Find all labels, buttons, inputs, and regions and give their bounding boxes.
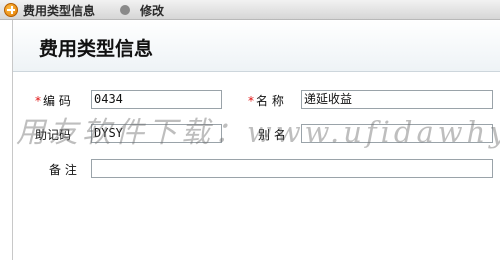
name-label-text: 名 称 xyxy=(256,94,284,108)
code-label-text: 编 码 xyxy=(43,94,71,108)
name-field[interactable]: 递延收益 xyxy=(301,90,493,109)
required-mark: * xyxy=(248,94,254,108)
mnemonic-label: 助记码 xyxy=(35,128,72,142)
page-header: 费用类型信息 xyxy=(13,20,500,72)
remark-field[interactable] xyxy=(91,159,493,178)
form-panel: 费用类型信息 * 编 码 0434 * 名 称 递延收益 助记码 DYSY 别 名 … xyxy=(12,20,500,260)
window-title: 费用类型信息 xyxy=(23,4,96,18)
name-label: * 名 称 xyxy=(248,92,284,109)
app-plus-icon xyxy=(4,3,18,17)
status-dot-icon xyxy=(120,5,130,15)
alias-field[interactable] xyxy=(301,124,493,143)
page-title: 费用类型信息 xyxy=(39,38,154,60)
window-titlebar: 费用类型信息 修改 xyxy=(0,0,500,20)
code-label: * 编 码 xyxy=(35,92,71,109)
code-field[interactable]: 0434 xyxy=(91,90,222,109)
remark-label: 备 注 xyxy=(49,163,77,177)
mnemonic-field[interactable]: DYSY xyxy=(91,124,222,143)
window-mode-label: 修改 xyxy=(140,4,165,18)
required-mark: * xyxy=(35,94,41,108)
alias-label: 别 名 xyxy=(258,128,286,142)
